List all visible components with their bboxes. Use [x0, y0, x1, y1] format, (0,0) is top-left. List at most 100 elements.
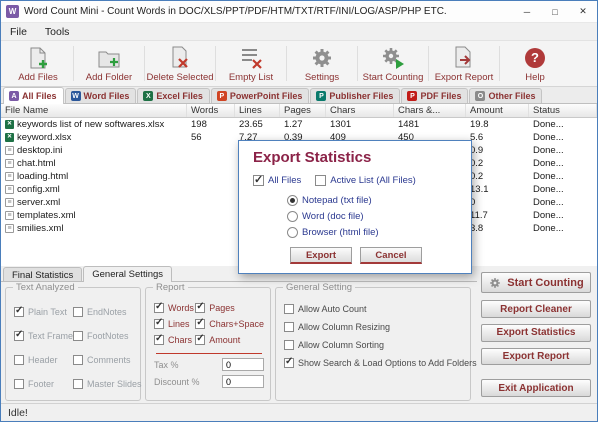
master-slides-checkbox[interactable]: Master Slides [73, 379, 142, 389]
col-lines[interactable]: Lines [235, 104, 280, 117]
endnotes-checkbox[interactable]: EndNotes [73, 307, 142, 317]
checkbox-icon [154, 335, 164, 345]
header-checkbox[interactable]: Header [14, 355, 73, 365]
export-button[interactable]: Export [290, 247, 352, 264]
help-button[interactable]: Help [500, 42, 570, 85]
add-files-icon [25, 45, 51, 71]
allow-auto-count-checkbox[interactable]: Allow Auto Count [284, 304, 477, 314]
export-report-toolbar-button[interactable]: Export Report [429, 42, 499, 85]
delete-selected-button[interactable]: Delete Selected [145, 42, 215, 85]
titlebar: W Word Count Mini - Count Words in DOC/X… [1, 1, 597, 23]
text-frame-checkbox[interactable]: Text Frame [14, 331, 73, 341]
settings-gear-icon [309, 45, 335, 71]
pages-checkbox[interactable]: Pages [195, 303, 264, 313]
tab-word-files[interactable]: W Word Files [65, 88, 137, 103]
col-file-name[interactable]: File Name [1, 104, 187, 117]
generic-file-icon [5, 185, 14, 194]
maximize-button[interactable]: □ [541, 1, 569, 22]
chars-space-checkbox[interactable]: Chars+Space [195, 319, 264, 329]
col-words[interactable]: Words [187, 104, 235, 117]
col-amount[interactable]: Amount [466, 104, 529, 117]
tab-pdf-files[interactable]: P PDF Files [401, 88, 468, 103]
checkbox-icon [284, 358, 294, 368]
tax-input[interactable] [222, 358, 264, 371]
discount-input[interactable] [222, 375, 264, 388]
start-counting-icon [380, 45, 406, 71]
footnotes-checkbox[interactable]: FootNotes [73, 331, 142, 341]
words-checkbox[interactable]: Words [154, 303, 195, 313]
col-status[interactable]: Status [529, 104, 597, 117]
checkbox-icon [14, 355, 24, 365]
bottom-area: Final Statistics General Settings Text A… [1, 266, 597, 403]
general-setting-group: General Setting Allow Auto Count Allow C… [275, 287, 471, 401]
empty-list-button[interactable]: Empty List [216, 42, 286, 85]
excel-file-icon: X [143, 91, 153, 101]
show-search-load-options-checkbox[interactable]: Show Search & Load Options to Add Folder… [284, 358, 477, 368]
tab-final-statistics[interactable]: Final Statistics [3, 267, 82, 281]
all-files-icon: A [9, 91, 19, 101]
radio-icon [287, 227, 298, 238]
all-files-checkbox[interactable]: All Files [253, 175, 301, 186]
chars-checkbox[interactable]: Chars [154, 335, 195, 345]
plain-text-checkbox[interactable]: Plain Text [14, 307, 73, 317]
allow-column-resizing-checkbox[interactable]: Allow Column Resizing [284, 322, 477, 332]
lines-checkbox[interactable]: Lines [154, 319, 195, 329]
tab-general-settings[interactable]: General Settings [83, 266, 172, 282]
col-chars[interactable]: Chars [326, 104, 394, 117]
tab-powerpoint-files[interactable]: P PowerPoint Files [211, 88, 310, 103]
comments-checkbox[interactable]: Comments [73, 355, 142, 365]
minimize-button[interactable]: ─ [513, 1, 541, 22]
active-list-checkbox[interactable]: Active List (All Files) [315, 175, 416, 186]
checkbox-icon [195, 335, 205, 345]
menu-file[interactable]: File [1, 24, 36, 40]
close-button[interactable]: ✕ [569, 1, 597, 22]
settings-button[interactable]: Settings [287, 42, 357, 85]
checkbox-icon [73, 331, 83, 341]
tab-other-files[interactable]: O Other Files [469, 88, 542, 103]
app-window: W Word Count Mini - Count Words in DOC/X… [0, 0, 598, 422]
browser-radio[interactable]: Browser (html file) [287, 227, 459, 238]
dialog-title: Export Statistics [253, 149, 459, 166]
allow-column-sorting-checkbox[interactable]: Allow Column Sorting [284, 340, 477, 350]
amount-checkbox[interactable]: Amount [195, 335, 264, 345]
word-radio[interactable]: Word (doc file) [287, 211, 459, 222]
start-counting-button[interactable]: Start Counting [481, 272, 591, 293]
word-file-icon: W [71, 91, 81, 101]
generic-file-icon [5, 146, 14, 155]
export-statistics-button[interactable]: Export Statistics [481, 324, 591, 342]
menu-tools[interactable]: Tools [36, 24, 79, 40]
add-files-button[interactable]: Add Files [3, 42, 73, 85]
start-counting-toolbar-button[interactable]: Start Counting [358, 42, 428, 85]
footer-checkbox[interactable]: Footer [14, 379, 73, 389]
notepad-radio[interactable]: Notepad (txt file) [287, 195, 459, 206]
cancel-button[interactable]: Cancel [360, 247, 422, 264]
window-title: Word Count Mini - Count Words in DOC/XLS… [24, 6, 447, 17]
checkbox-icon [73, 355, 83, 365]
col-chars-space[interactable]: Chars &... [394, 104, 466, 117]
gear-icon [488, 276, 502, 290]
export-report-button[interactable]: Export Report [481, 348, 591, 366]
add-folder-button[interactable]: Add Folder [74, 42, 144, 85]
toolbar: Add Files Add Folder Delete Selected Emp… [1, 41, 597, 87]
checkbox-icon [154, 319, 164, 329]
discount-label: Discount % [154, 377, 200, 387]
checkbox-icon [73, 379, 83, 389]
report-group: Report Words Lines Chars Pages Chars+Spa… [145, 287, 271, 401]
app-icon: W [6, 5, 19, 18]
tab-excel-files[interactable]: X Excel Files [137, 88, 210, 103]
empty-list-icon [238, 45, 264, 71]
tab-publisher-files[interactable]: P Publisher Files [310, 88, 400, 103]
pdf-file-icon: P [407, 91, 417, 101]
tab-all-files[interactable]: A All Files [3, 87, 64, 104]
report-cleaner-button[interactable]: Report Cleaner [481, 300, 591, 318]
checkbox-icon [14, 331, 24, 341]
checkbox-icon [195, 319, 205, 329]
exit-application-button[interactable]: Exit Application [481, 379, 591, 397]
export-report-icon [451, 45, 477, 71]
checkbox-icon [14, 307, 24, 317]
col-pages[interactable]: Pages [280, 104, 326, 117]
file-type-tabstrip: A All Files W Word Files X Excel Files P… [1, 87, 597, 104]
window-controls: ─ □ ✕ [513, 1, 597, 22]
checkbox-icon [284, 340, 294, 350]
table-row[interactable]: keywords list of new softwares.xlsx 198 … [1, 118, 597, 131]
